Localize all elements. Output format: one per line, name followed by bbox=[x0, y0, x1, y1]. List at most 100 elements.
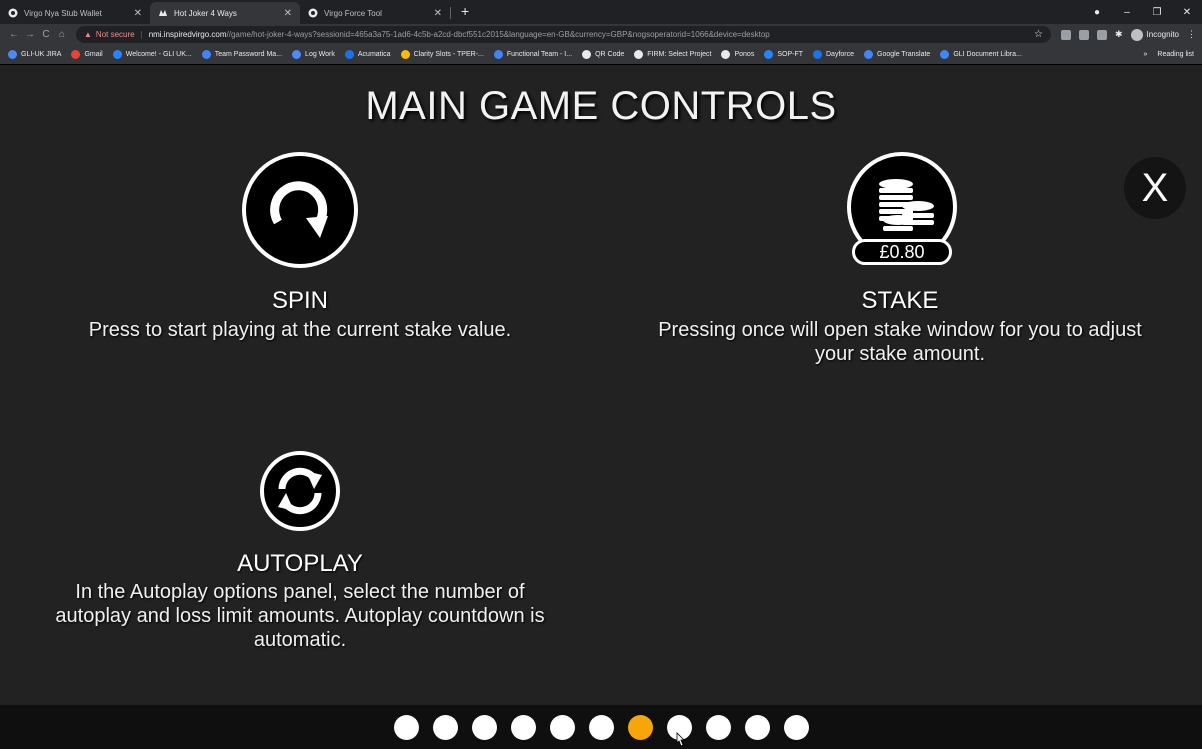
mouse-cursor-icon bbox=[676, 732, 685, 747]
bookmark-label: GLI-UK JIRA bbox=[21, 51, 62, 58]
bookmark-item[interactable]: GLI Document Libra... bbox=[940, 50, 1022, 59]
bookmarks-right-area: » Reading list bbox=[1144, 51, 1194, 58]
bookmark-favicon-icon bbox=[71, 50, 81, 59]
autoplay-description-line: autoplay and loss limit amounts. Autopla… bbox=[55, 605, 545, 627]
pagination-dot[interactable] bbox=[510, 714, 536, 740]
bookmark-item[interactable]: Functional Team - I... bbox=[493, 50, 572, 59]
restore-button[interactable]: ❐ bbox=[1142, 7, 1172, 18]
tab-hot-joker[interactable]: Hot Joker 4 Ways ✕ bbox=[150, 2, 300, 24]
bookmark-favicon-icon bbox=[764, 50, 774, 59]
pagination-dot[interactable] bbox=[744, 714, 770, 740]
joker-icon bbox=[158, 8, 168, 18]
reading-list-button[interactable]: Reading list bbox=[1157, 51, 1194, 58]
bookmark-favicon-icon bbox=[634, 50, 644, 59]
bookmark-item[interactable]: GLI-UK JIRA bbox=[8, 50, 61, 59]
autoplay-description-line: In the Autoplay options panel, select th… bbox=[75, 581, 525, 603]
record-icon[interactable]: ● bbox=[1082, 7, 1112, 18]
bookmark-label: Log Work bbox=[305, 51, 335, 58]
bookmark-label: GLI Document Libra... bbox=[953, 51, 1022, 58]
tab-title: Hot Joker 4 Ways bbox=[174, 8, 237, 18]
bookmark-label: SOP-FT bbox=[777, 51, 803, 58]
extension-qr-icon[interactable] bbox=[1060, 29, 1071, 40]
browser-tab-strip: Virgo Nya Stub Wallet ✕ Hot Joker 4 Ways… bbox=[0, 0, 1202, 24]
bookmark-item[interactable]: Ponos bbox=[721, 50, 754, 59]
pagination-dot[interactable] bbox=[588, 714, 614, 740]
incognito-icon bbox=[1130, 28, 1143, 41]
bookmark-label: QR Code bbox=[595, 51, 625, 58]
bookmark-favicon-icon bbox=[864, 50, 874, 59]
bookmark-item[interactable]: Google Translate bbox=[864, 50, 930, 59]
new-tab-button[interactable]: + bbox=[451, 1, 479, 24]
tab-title: Virgo Force Tool bbox=[324, 8, 382, 18]
bookmark-item[interactable]: Gmail bbox=[71, 50, 103, 59]
close-help-button[interactable]: X bbox=[1124, 157, 1186, 219]
stake-description: Pressing once will open stake window for… bbox=[610, 318, 1190, 366]
bookmark-favicon-icon bbox=[400, 50, 410, 59]
menu-kebab-icon[interactable]: ⋮ bbox=[1187, 29, 1196, 40]
bookmark-favicon-icon bbox=[292, 50, 302, 59]
pagination-dot[interactable] bbox=[783, 714, 809, 740]
stake-description-line: Pressing once will open stake window for… bbox=[658, 319, 1142, 341]
bookmark-label: Gmail bbox=[84, 51, 103, 58]
pagination-dot[interactable] bbox=[471, 714, 497, 740]
close-window-button[interactable]: ✕ bbox=[1172, 7, 1202, 18]
bookmark-label: Acumatica bbox=[357, 51, 391, 58]
bookmark-favicon-icon bbox=[813, 50, 822, 59]
page-title: MAIN GAME CONTROLS bbox=[365, 84, 837, 128]
globe-icon bbox=[308, 8, 318, 18]
autoplay-description-line: automatic. bbox=[253, 629, 347, 651]
back-arrow-icon[interactable]: ← bbox=[6, 29, 22, 40]
extensions-area: ✱ Incognito ⋮ bbox=[1060, 28, 1196, 41]
spin-arrow-icon bbox=[270, 181, 328, 238]
bookmark-item[interactable]: QR Code bbox=[582, 50, 624, 59]
pagination-dot[interactable] bbox=[393, 714, 419, 740]
stake-value-badge: £0.80 bbox=[852, 239, 952, 265]
bookmark-item[interactable]: Welcome! - GLI UK... bbox=[112, 50, 192, 59]
tab-virgo-stub-wallet[interactable]: Virgo Nya Stub Wallet ✕ bbox=[0, 2, 150, 24]
bookmark-favicon-icon bbox=[493, 50, 503, 59]
tab-close-icon[interactable]: ✕ bbox=[284, 8, 292, 19]
tab-close-icon[interactable]: ✕ bbox=[134, 8, 142, 19]
pagination-dot[interactable] bbox=[432, 714, 458, 740]
pagination-dot[interactable] bbox=[549, 714, 575, 740]
tab-close-icon[interactable]: ✕ bbox=[434, 8, 442, 19]
url-bar[interactable]: ▲ Not secure | nmi.inspiredvirgo.com //g… bbox=[76, 26, 1051, 43]
pagination-dot-active[interactable] bbox=[627, 714, 653, 740]
bookmarks-bar: GLI-UK JIRA Gmail Welcome! - GLI UK... Team… bbox=[0, 45, 1202, 65]
bookmark-item[interactable]: Clarity Slots - TPER-... bbox=[400, 50, 484, 59]
bookmark-label: Clarity Slots - TPER-... bbox=[413, 51, 484, 58]
puzzle-icon[interactable]: ✱ bbox=[1115, 29, 1123, 40]
bookmark-item[interactable]: Log Work bbox=[292, 50, 335, 59]
bookmark-label: Ponos bbox=[734, 51, 755, 58]
bookmark-item[interactable]: SOP-FT bbox=[764, 50, 803, 59]
bookmark-favicon-icon bbox=[112, 50, 122, 59]
reload-icon[interactable]: C bbox=[38, 29, 54, 40]
globe-icon bbox=[8, 8, 18, 18]
incognito-profile[interactable]: Incognito bbox=[1130, 28, 1179, 41]
bookmark-favicon-icon bbox=[582, 50, 592, 59]
bookmark-star-icon[interactable]: ☆ bbox=[1026, 29, 1043, 40]
bookmark-label: Team Password Ma... bbox=[214, 51, 283, 58]
extension-calendar-icon[interactable] bbox=[1078, 29, 1089, 40]
bookmark-item[interactable]: FIRM: Select Project bbox=[634, 50, 711, 59]
minimize-button[interactable]: – bbox=[1112, 7, 1142, 18]
stake-description-line: your stake amount. bbox=[814, 343, 986, 365]
help-page-pagination bbox=[0, 705, 1202, 749]
address-toolbar: ← → C ⌂ ▲ Not secure | nmi.inspiredvirgo… bbox=[0, 24, 1202, 45]
bookmark-item[interactable]: Dayforce bbox=[813, 50, 854, 59]
extension-translate-icon[interactable] bbox=[1096, 29, 1107, 40]
url-host: nmi.inspiredvirgo.com bbox=[148, 30, 227, 39]
bookmarks-overflow-button[interactable]: » bbox=[1144, 51, 1148, 58]
warning-icon: ▲ bbox=[84, 30, 92, 39]
url-separator: | bbox=[140, 30, 143, 39]
tab-virgo-force-tool[interactable]: Virgo Force Tool ✕ bbox=[300, 2, 450, 24]
home-icon[interactable]: ⌂ bbox=[54, 29, 70, 40]
bookmark-item[interactable]: Acumatica bbox=[344, 50, 391, 59]
bookmark-favicon-icon bbox=[940, 50, 950, 59]
bookmark-item[interactable]: Team Password Ma... bbox=[201, 50, 283, 59]
spin-button-icon bbox=[242, 152, 358, 268]
game-help-screen: MAIN GAME CONTROLS SPIN Press to start p… bbox=[0, 66, 1202, 705]
forward-arrow-icon[interactable]: → bbox=[22, 29, 38, 40]
bookmark-label: Google Translate bbox=[877, 51, 931, 58]
pagination-dot[interactable] bbox=[705, 714, 731, 740]
